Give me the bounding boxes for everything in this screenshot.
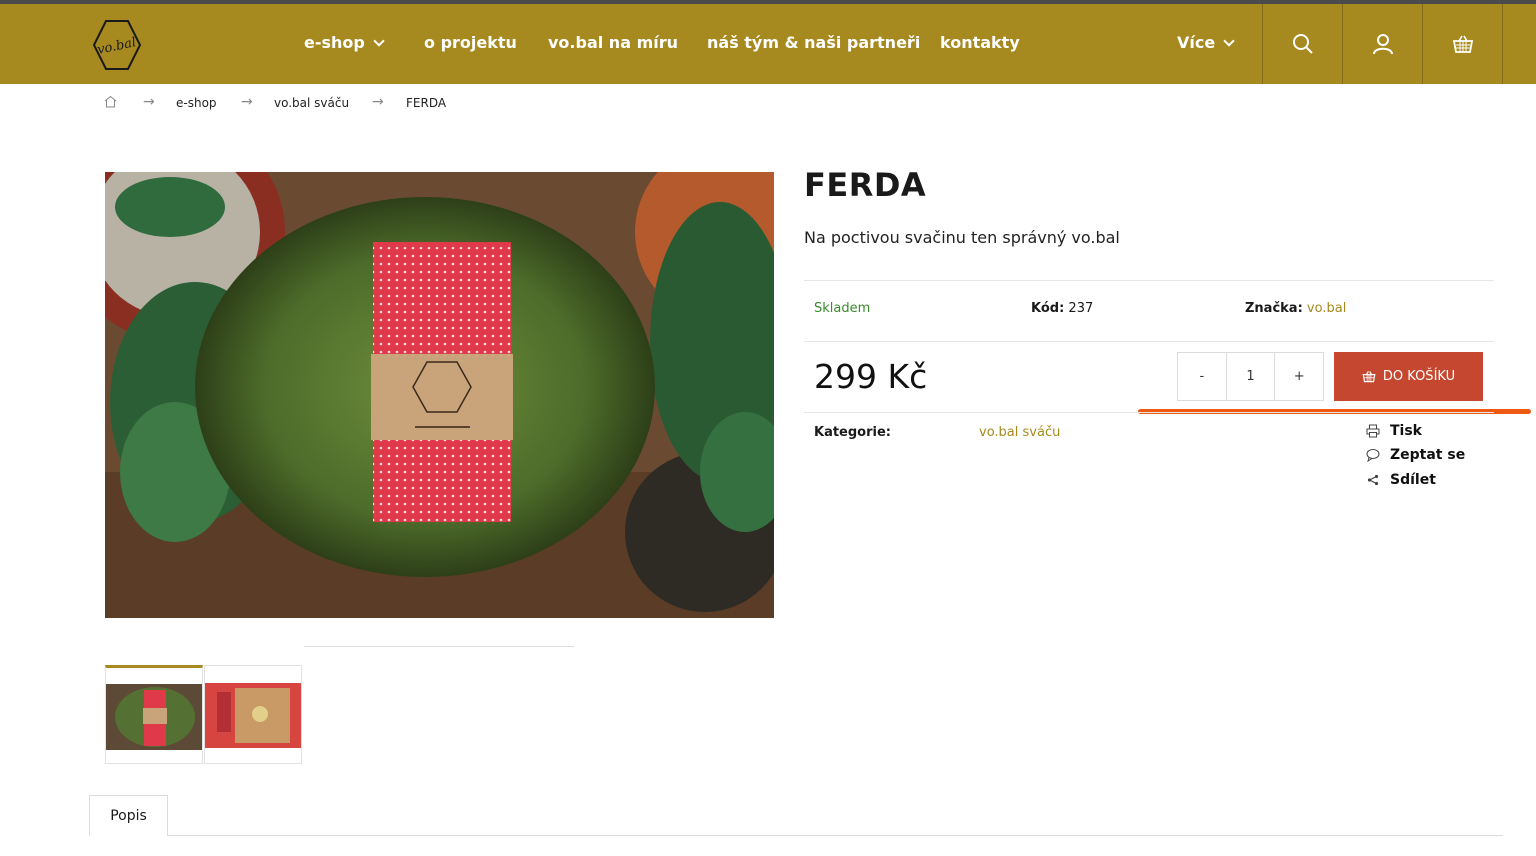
nav-label: e-shop (304, 33, 365, 52)
chevron-down-icon (373, 35, 385, 47)
product-title: FERDA (804, 166, 927, 204)
product-short-description: Na poctivou svačinu ten správný vo.bal (804, 228, 1120, 247)
user-icon (1372, 34, 1393, 55)
search-icon (1292, 34, 1313, 54)
tabs-divider (89, 835, 1503, 836)
tab-popis[interactable]: Popis (89, 795, 168, 836)
product-price: 299 Kč (814, 357, 928, 396)
quantity-increase-button[interactable]: + (1275, 353, 1323, 400)
category-label: Kategorie: (814, 425, 891, 440)
divider (804, 341, 1494, 342)
basket-icon (1362, 371, 1376, 383)
chevron-down-icon (1223, 35, 1235, 47)
nav-item-eshop[interactable]: e-shop (304, 33, 385, 53)
nav-more-label: Více (1177, 33, 1216, 52)
product-main-image[interactable] (105, 172, 774, 618)
nav-item-vobal-na-miru[interactable]: vo.bal na míru (548, 33, 678, 53)
product-code-value: 237 (1068, 301, 1094, 316)
breadcrumb-arrow-icon: → (241, 94, 253, 110)
breadcrumb-link-eshop[interactable]: e-shop (176, 96, 217, 110)
product-thumbnail[interactable] (105, 665, 203, 764)
add-to-cart-button[interactable]: DO KOŠÍKU (1334, 352, 1483, 401)
ask-question-button[interactable]: Zeptat se (1366, 447, 1465, 463)
divider (804, 412, 1494, 413)
product-brand: Značka: vo.bal (1245, 301, 1346, 316)
category-link[interactable]: vo.bal sváču (979, 425, 1060, 440)
availability-status: Skladem (814, 301, 871, 316)
home-icon[interactable] (104, 95, 117, 111)
nav-more[interactable]: Více (1177, 33, 1235, 53)
share-label: Sdílet (1390, 472, 1436, 488)
site-logo[interactable]: vo.bal (88, 18, 146, 72)
breadcrumb-link-category[interactable]: vo.bal sváču (274, 96, 349, 110)
account-button[interactable] (1342, 4, 1422, 84)
site-header: vo.bal e-shop o projektu vo.bal na míru … (0, 4, 1536, 84)
basket-icon (1452, 35, 1473, 53)
product-code: Kód: 237 (1031, 301, 1093, 316)
product-thumbnail[interactable] (204, 665, 302, 764)
nav-item-kontakty[interactable]: kontakty (940, 33, 1020, 53)
quantity-input[interactable]: 1 (1225, 353, 1276, 400)
share-icon (1367, 474, 1379, 486)
nav-item-o-projektu[interactable]: o projektu (424, 33, 517, 53)
print-label: Tisk (1390, 423, 1422, 439)
nav-item-tym-partneri[interactable]: náš tým & naši partneři (707, 33, 920, 53)
breadcrumb-arrow-icon: → (143, 94, 155, 110)
quantity-decrease-button[interactable]: - (1178, 353, 1226, 400)
product-code-label: Kód: (1031, 301, 1065, 316)
quantity-stepper: - 1 + (1177, 352, 1324, 401)
divider (804, 280, 1494, 281)
breadcrumb-arrow-icon: → (372, 94, 384, 110)
chat-bubble-icon (1366, 449, 1380, 462)
gallery-divider (304, 646, 574, 647)
ask-question-label: Zeptat se (1390, 447, 1466, 463)
product-brand-label: Značka: (1245, 301, 1303, 316)
cart-button[interactable] (1422, 4, 1503, 84)
share-button[interactable]: Sdílet (1366, 472, 1436, 488)
add-to-cart-label: DO KOŠÍKU (1382, 369, 1456, 384)
breadcrumb-current: FERDA (406, 96, 447, 110)
svg-text:vo.bal: vo.bal (96, 35, 138, 58)
search-button[interactable] (1262, 4, 1342, 84)
brand-link[interactable]: vo.bal (1307, 301, 1346, 316)
print-button[interactable]: Tisk (1366, 423, 1422, 439)
printer-icon (1366, 424, 1380, 438)
